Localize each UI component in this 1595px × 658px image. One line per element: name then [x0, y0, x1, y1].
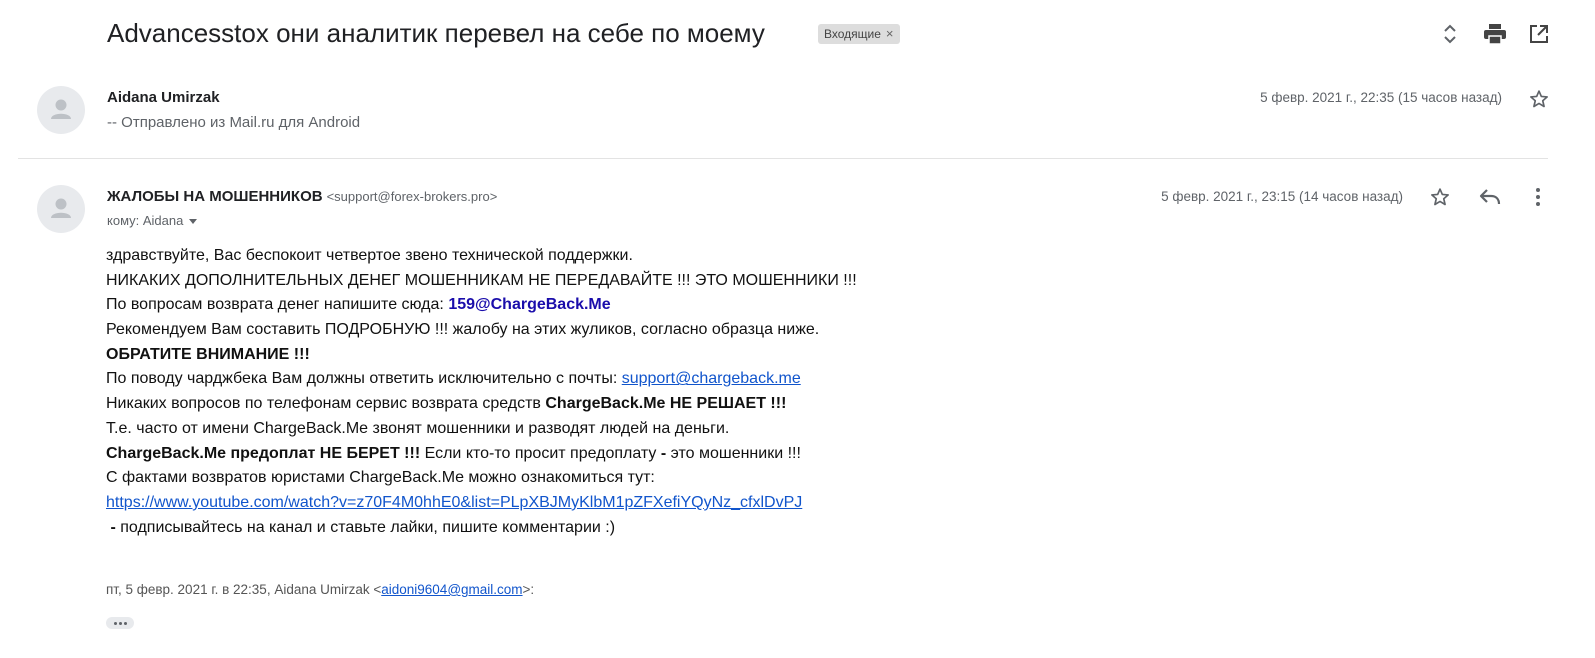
body-line: Рекомендуем Вам составить ПОДРОБНУЮ !!! …: [106, 321, 820, 339]
chevron-down-icon[interactable]: [189, 219, 198, 225]
sender-name[interactable]: ЖАЛОБЫ НА МОШЕННИКОВ <support@forex-broke…: [107, 188, 497, 205]
remove-label-icon[interactable]: ×: [886, 26, 894, 41]
body-line: https://www.youtube.com/watch?v=z70F4M0h…: [106, 491, 857, 516]
open-in-new-window-icon[interactable]: [1526, 21, 1552, 47]
print-icon[interactable]: [1482, 21, 1508, 47]
body-text: подписывайтесь на канал и ставьте лайки,…: [115, 518, 616, 536]
recipient-line[interactable]: кому: Aidana: [107, 213, 198, 228]
attention-heading: ОБРАТИТЕ ВНИМАНИЕ !!!: [106, 345, 310, 363]
chargeback-email: 159@ChargeBack.Me: [448, 296, 611, 314]
body-line: НИКАКИХ ДОПОЛНИТЕЛЬНЫХ ДЕНЕГ МОШЕННИКАМ …: [106, 271, 857, 289]
support-email-link[interactable]: support@chargeback.me: [622, 370, 801, 387]
quote-text: >:: [522, 582, 535, 597]
message-body: здравствуйте, Вас беспокоит четвертое зв…: [106, 244, 857, 540]
body-line: ChargeBack.Me предоплат НЕ БЕРЕТ !!! Есл…: [106, 442, 857, 467]
quoted-sender-email-link[interactable]: aidoni9604@gmail.com: [381, 582, 522, 597]
body-bold-text: ChargeBack.Me предоплат НЕ БЕРЕТ !!!: [106, 444, 421, 462]
body-line: здравствуйте, Вас беспокоит четвертое зв…: [106, 247, 633, 264]
quote-attribution: пт, 5 февр. 2021 г. в 22:35, Aidana Umir…: [106, 582, 534, 597]
label-chip-inbox[interactable]: Входящие ×: [818, 24, 900, 44]
body-line: По вопросам возврата денег напишите сюда…: [106, 293, 857, 318]
sender-email: <support@forex-brokers.pro>: [326, 189, 498, 204]
body-bold-text: ChargeBack.Me НЕ РЕШАЕТ !!!: [545, 395, 787, 413]
label-chip-text: Входящие: [824, 27, 881, 41]
star-icon[interactable]: [1527, 87, 1551, 111]
message-snippet[interactable]: -- Отправлено из Mail.ru для Android: [107, 114, 360, 131]
more-vert-icon[interactable]: [1528, 185, 1548, 209]
recipient-text: кому: Aidana: [107, 213, 184, 228]
body-text: Никаких вопросов по телефонам сервис воз…: [106, 395, 546, 413]
youtube-link[interactable]: https://www.youtube.com/watch?v=z70F4M0h…: [106, 494, 802, 511]
message-date: 5 февр. 2021 г., 23:15 (14 часов назад): [1161, 189, 1403, 204]
ellipsis-icon[interactable]: [106, 617, 134, 629]
star-icon[interactable]: [1428, 185, 1452, 209]
body-text: По поводу чарджбека Вам должны ответить …: [106, 370, 622, 388]
body-text: это мошенники !!!: [666, 444, 801, 462]
reply-icon[interactable]: [1477, 185, 1503, 209]
body-line: Никаких вопросов по телефонам сервис воз…: [106, 392, 857, 417]
expand-all-icon[interactable]: [1437, 21, 1463, 47]
sender-display-name: ЖАЛОБЫ НА МОШЕННИКОВ: [107, 188, 323, 205]
body-text: По вопросам возврата денег напишите сюда…: [106, 296, 449, 314]
avatar: [37, 86, 85, 134]
message-divider: [18, 158, 1548, 159]
sender-name[interactable]: Aidana Umirzak: [107, 89, 220, 106]
body-line: ОБРАТИТЕ ВНИМАНИЕ !!!: [106, 343, 857, 368]
message-date: 5 февр. 2021 г., 22:35 (15 часов назад): [1260, 90, 1502, 105]
quote-text: пт, 5 февр. 2021 г. в 22:35, Aidana Umir…: [106, 582, 382, 597]
email-subject: Advancesstox они аналитик перевел на себ…: [107, 18, 765, 48]
avatar: [37, 185, 85, 233]
body-line: С фактами возвратов юристами ChargeBack.…: [106, 469, 655, 487]
body-line: - подписывайтесь на канал и ставьте лайк…: [106, 516, 857, 541]
body-text: Если кто-то просит предоплату: [420, 444, 661, 462]
body-line: По поводу чарджбека Вам должны ответить …: [106, 367, 857, 392]
body-line: Т.е. часто от имени ChargeBack.Me звонят…: [106, 419, 730, 437]
